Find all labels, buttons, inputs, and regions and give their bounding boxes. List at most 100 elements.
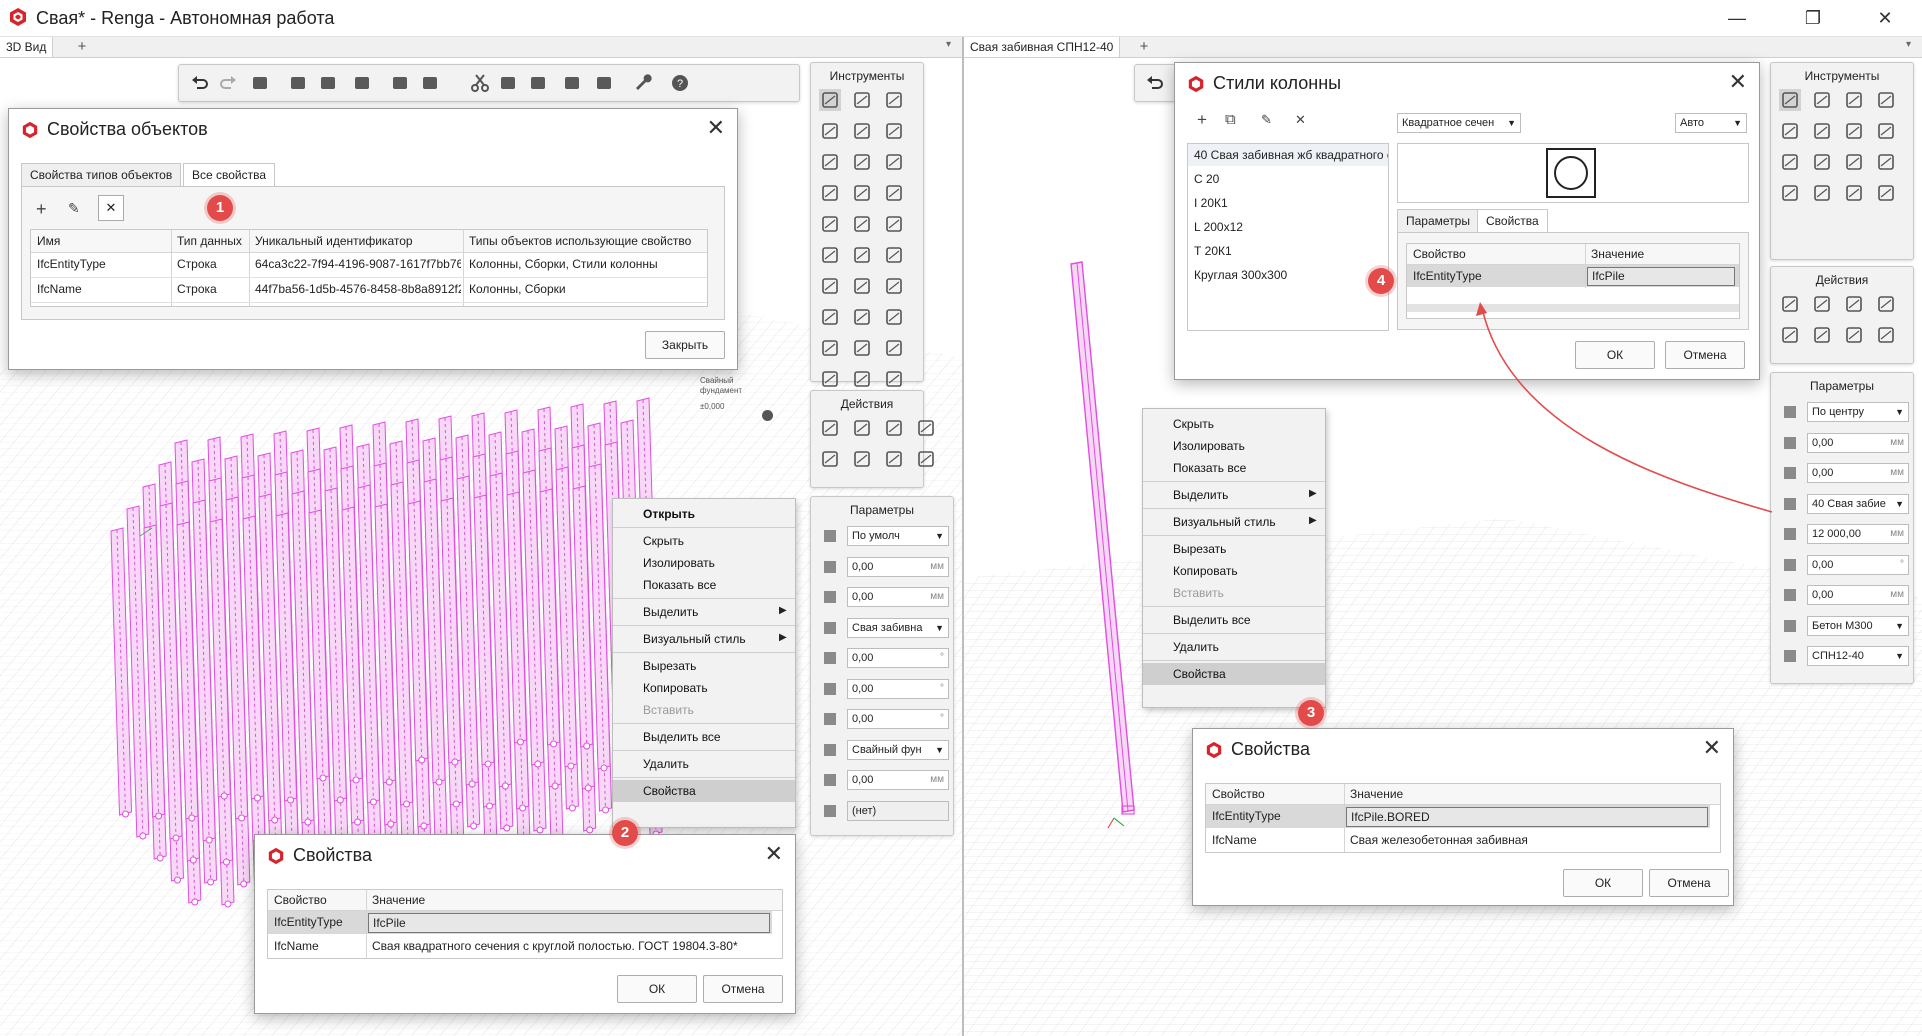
tool-right-1-icon[interactable] [1779,89,1801,111]
horizontal-scrollbar[interactable] [1407,304,1739,312]
action-right-3-icon[interactable] [1843,293,1865,315]
tool-30-icon[interactable] [883,368,905,390]
pile-base-point[interactable] [224,900,232,908]
ok-button[interactable]: ОК [1563,869,1643,897]
col-property[interactable]: Свойство [274,890,327,910]
value-editor[interactable]: IfcPile [1587,267,1735,286]
pile-base-point[interactable] [172,834,180,842]
tool-17-icon[interactable] [851,244,873,266]
tool-28-icon[interactable] [819,368,841,390]
pile-base-point[interactable] [287,796,295,804]
menu-item[interactable]: Изолировать [1143,435,1325,457]
cancel-button[interactable]: Отмена [1665,341,1745,369]
menu-item[interactable]: Визуальный стиль [613,628,795,650]
close-icon[interactable]: ✕ [1703,735,1721,761]
pile-base-point[interactable] [354,818,362,826]
close-window-button[interactable]: ✕ [1870,6,1900,30]
undo-icon[interactable] [1144,72,1166,94]
menu-item[interactable]: Выделить все [1143,609,1325,631]
menu-item[interactable]: Удалить [613,753,795,775]
orbit-icon[interactable] [419,72,441,94]
menu-item[interactable]: Удалить [1143,636,1325,658]
pile-base-point[interactable] [583,742,591,750]
pile-base-point[interactable] [122,810,130,818]
list-item[interactable]: Круглая 300х300 [1194,268,1287,282]
pile-base-point[interactable] [600,764,608,772]
table-row[interactable]: IfcEntityType IfcPile.BORED [1206,805,1710,828]
tool-27-icon[interactable] [883,337,905,359]
col-object-types[interactable]: Типы объектов использующие свойство [469,230,705,252]
pile-base-point[interactable] [602,806,610,814]
list-item[interactable]: L 200x12 [1194,220,1243,234]
tool-right-15-icon[interactable] [1843,182,1865,204]
pile-base-point[interactable] [253,794,261,802]
add-style-button[interactable]: + [1197,110,1207,130]
param-field-4[interactable]: Свая забивна ▼ [847,617,949,638]
mode-select[interactable]: Авто ▼ [1675,113,1747,133]
action-4-icon[interactable] [915,417,937,439]
tool-right-5-icon[interactable] [1779,120,1801,142]
pile-base-point[interactable] [568,804,576,812]
pile-base-point[interactable] [155,812,163,820]
pile-base-point[interactable] [452,800,460,808]
tool-right-7-icon[interactable] [1843,120,1865,142]
properties-icon[interactable] [561,72,583,94]
action-right-1-icon[interactable] [1779,293,1801,315]
pile-base-point[interactable] [222,858,230,866]
pile-base-point[interactable] [156,854,164,862]
action-8-icon[interactable] [915,448,937,470]
tool-right-10-icon[interactable] [1811,151,1833,173]
table-row[interactable]: IfcEntityType Строка 64ca3c22-7f94-4196-… [31,253,707,278]
table-row[interactable]: IfcName Свая железобетонная забивная [1206,829,1710,852]
menu-item[interactable]: Выделить все [613,726,795,748]
delete-style-button[interactable]: ✕ [1295,112,1306,128]
tool-3-icon[interactable] [883,89,905,111]
print-icon[interactable] [389,72,411,94]
list-item[interactable]: I 20К1 [1194,196,1228,210]
pile-base-point[interactable] [484,760,492,768]
menu-item[interactable]: Копировать [613,677,795,699]
param-field-9[interactable]: 0,00 мм [847,770,949,790]
param-field-7[interactable]: 0,00 мм [1807,585,1909,605]
tool-4-icon[interactable] [819,120,841,142]
maximize-button[interactable]: ❐ [1798,6,1828,30]
close-icon[interactable]: ✕ [707,115,725,141]
cancel-button[interactable]: Отмена [1649,869,1729,897]
pile-base-point[interactable] [435,778,443,786]
param-field-3[interactable]: 0,00 мм [847,587,949,607]
menu-item[interactable]: Показать все [1143,457,1325,479]
close-dialog-button[interactable]: Закрыть [645,331,725,359]
tool-9-icon[interactable] [883,151,905,173]
table-row[interactable]: IfcName Строка 44f7ba56-1d5b-4576-8458-8… [31,278,707,303]
pile-base-point[interactable] [369,798,377,806]
param-field-2[interactable]: 0,00 мм [847,556,949,577]
menu-item[interactable]: Вырезать [1143,538,1325,560]
pile-base-point[interactable] [586,826,594,834]
tool-2-icon[interactable] [851,89,873,111]
param-field-5[interactable]: 0,00 ° [847,648,949,668]
menu-item[interactable]: Показать все [613,574,795,596]
tool-1-icon[interactable] [819,89,841,111]
paste-icon[interactable] [527,72,549,94]
tool-15-icon[interactable] [883,213,905,235]
pile-base-point[interactable] [139,832,147,840]
add-property-button[interactable]: + [36,199,47,220]
menu-item[interactable]: Вставить [1143,582,1325,604]
pile-base-point[interactable] [191,898,199,906]
copy-icon[interactable] [497,72,519,94]
param-field-8[interactable]: Бетон М300 ▼ [1807,615,1909,636]
pile-base-point[interactable] [503,824,511,832]
param-field-2[interactable]: 0,00 мм [1807,432,1909,453]
pile-base-point[interactable] [519,804,527,812]
tool-11-icon[interactable] [851,182,873,204]
tool-5-icon[interactable] [851,120,873,142]
pile-base-point[interactable] [516,738,524,746]
action-right-6-icon[interactable] [1811,324,1833,346]
pile-base-point[interactable] [304,818,312,826]
settings-wrench-icon[interactable] [633,72,655,94]
pile-base-point[interactable] [385,778,393,786]
list-item[interactable]: 40 Свая забивная жб квадратного с [1194,148,1388,162]
pile-base-point[interactable] [189,856,197,864]
tool-right-14-icon[interactable] [1811,182,1833,204]
param-field-10[interactable]: (нет) [847,800,949,821]
